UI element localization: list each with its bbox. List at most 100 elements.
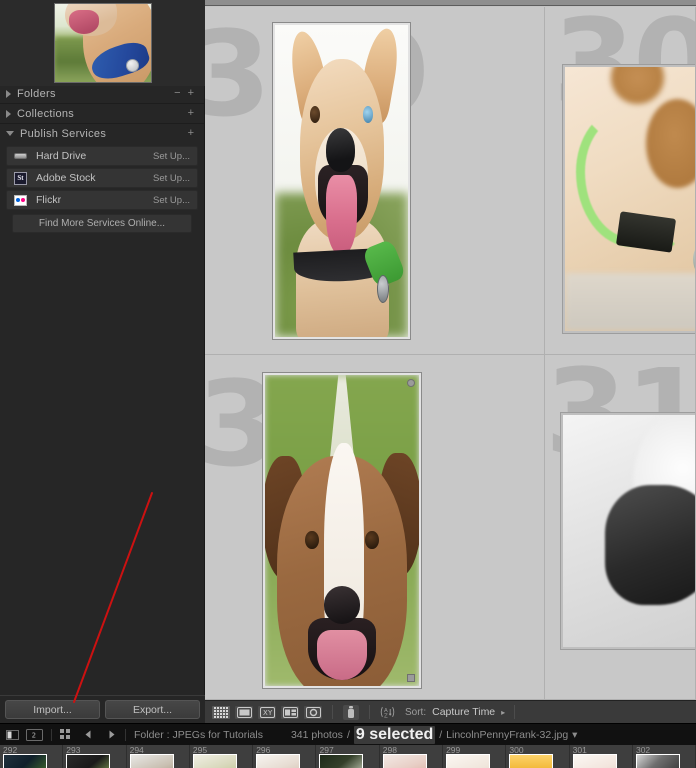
import-button[interactable]: Import... [5, 700, 100, 719]
publish-service-adobe-stock[interactable]: St Adobe Stock Set Up... [6, 168, 198, 188]
folders-add-button[interactable]: + [188, 88, 194, 99]
filmstrip-image[interactable] [446, 754, 491, 768]
photo-shiba-inu [275, 25, 408, 337]
sort-value[interactable]: Capture Time [432, 706, 495, 718]
filmstrip[interactable]: 292 293 294 295 296 297 298 299 300 301 … [0, 745, 696, 768]
find-more-services-button[interactable]: Find More Services Online... [12, 214, 192, 233]
filmstrip-image[interactable] [129, 754, 174, 768]
collections-section-title: Collections [17, 107, 75, 120]
filmstrip-index: 298 [382, 745, 397, 755]
filmstrip-index: 299 [446, 745, 461, 755]
arrow-left-icon [85, 730, 91, 739]
publish-service-name: Hard Drive [36, 150, 87, 162]
filmstrip-thumbnail[interactable]: 302 [632, 745, 696, 768]
filmstrip-thumbnail[interactable]: 292 [0, 745, 64, 768]
second-window-button[interactable]: 2 [26, 728, 43, 741]
status-divider [125, 728, 126, 741]
chevron-right-icon[interactable] [6, 109, 11, 118]
filmstrip-index: 297 [319, 745, 334, 755]
painter-tool-button[interactable] [342, 703, 360, 721]
filmstrip-index: 294 [129, 745, 144, 755]
source-label: Folder : JPEGs for Tutorials [134, 728, 263, 741]
filmstrip-thumbnail[interactable]: 297 [316, 745, 380, 768]
publish-services-list: Hard Drive Set Up... St Adobe Stock Set … [6, 146, 198, 233]
publish-services-add-button[interactable]: + [188, 128, 194, 139]
filmstrip-thumbnail[interactable]: 300 [506, 745, 570, 768]
sort-control[interactable]: A Z Sort: Capture Time ▸ [379, 706, 505, 718]
status-separator: / [439, 728, 443, 741]
crop-badge[interactable] [407, 674, 415, 682]
filmstrip-image[interactable] [3, 754, 47, 768]
grid-icon [214, 706, 228, 718]
grid-cell[interactable]: 306 [545, 7, 696, 355]
publish-service-setup-link[interactable]: Set Up... [153, 195, 190, 206]
filmstrip-thumbnail[interactable]: 301 [569, 745, 633, 768]
survey-view-button[interactable] [280, 704, 300, 720]
compare-view-button[interactable]: X Y [257, 704, 277, 720]
forward-button[interactable] [106, 729, 117, 740]
publish-service-flickr[interactable]: Flickr Set Up... [6, 190, 198, 210]
publish-service-hard-drive[interactable]: Hard Drive Set Up... [6, 146, 198, 166]
export-button[interactable]: Export... [105, 700, 200, 719]
chevron-right-icon[interactable] [6, 89, 11, 98]
sort-label: Sort: [405, 706, 427, 718]
status-bar: 2 Folder : JPEGs for Tutorials 341 photo… [0, 723, 696, 745]
grid-squares-button[interactable] [60, 729, 71, 740]
folders-section-header[interactable]: Folders − + [0, 84, 204, 103]
filmstrip-image[interactable] [509, 754, 554, 768]
filmstrip-thumbnail[interactable]: 293 [63, 745, 127, 768]
publish-services-section-header[interactable]: Publish Services + [0, 124, 204, 143]
publish-service-name: Adobe Stock [36, 172, 96, 184]
spray-can-icon [348, 705, 354, 718]
thumbnail-image[interactable] [561, 413, 695, 649]
filmstrip-thumbnail[interactable]: 296 [253, 745, 317, 768]
collections-section-header[interactable]: Collections + [0, 104, 204, 123]
filmstrip-image[interactable] [319, 754, 364, 768]
grid-view-button[interactable] [211, 704, 231, 720]
collections-add-button[interactable]: + [188, 108, 194, 119]
filmstrip-image[interactable] [635, 754, 680, 768]
photo-brown-white-dog [265, 375, 419, 686]
thumbnail-image[interactable] [273, 23, 410, 339]
filmstrip-image[interactable] [572, 754, 617, 768]
chevron-right-icon[interactable]: ▸ [501, 708, 505, 717]
publish-services-section: Publish Services + Hard Drive Set Up... … [0, 123, 204, 233]
filmstrip-thumbnail[interactable]: 299 [443, 745, 507, 768]
unsaved-metadata-badge[interactable] [407, 379, 415, 387]
grid-toolbar: X Y A Z Sort: Capture Time ▸ [205, 700, 696, 723]
thumbnail-image[interactable] [563, 65, 695, 333]
thumbnail-grid: 309 [205, 7, 696, 700]
filmstrip-thumbnail[interactable]: 294 [126, 745, 190, 768]
chevron-down-icon[interactable] [6, 131, 14, 136]
filmstrip-image[interactable] [192, 754, 237, 768]
photo-dog-green-collar [565, 67, 695, 331]
screen-mode-button[interactable] [6, 729, 19, 741]
filmstrip-thumbnail[interactable]: 295 [189, 745, 254, 768]
grid-cell[interactable]: 3 [205, 355, 545, 700]
people-view-button[interactable] [303, 704, 323, 720]
filmstrip-index: 296 [256, 745, 271, 755]
view-mode-group: X Y [211, 704, 323, 720]
filmstrip-image[interactable] [382, 754, 427, 768]
svg-text:Y: Y [267, 709, 273, 717]
grid-cell[interactable]: 309 [205, 7, 545, 355]
loupe-view-button[interactable] [234, 704, 254, 720]
publish-service-setup-link[interactable]: Set Up... [153, 173, 190, 184]
status-separator: / [346, 728, 350, 741]
status-divider [51, 728, 52, 741]
filmstrip-image[interactable] [66, 754, 111, 768]
folders-remove-button[interactable]: − [174, 88, 180, 99]
navigator-panel[interactable] [0, 0, 205, 86]
thumbnail-image[interactable] [263, 373, 421, 688]
current-file-name[interactable]: LincolnPennyFrank-32.jpg [446, 729, 568, 741]
adobe-stock-icon: St [13, 171, 28, 185]
publish-service-setup-link[interactable]: Set Up... [153, 151, 190, 162]
filmstrip-thumbnail[interactable]: 298 [379, 745, 444, 768]
filter-bar[interactable] [205, 0, 696, 6]
back-button[interactable] [83, 729, 94, 740]
navigator-preview[interactable] [53, 3, 152, 83]
filmstrip-index: 302 [635, 745, 651, 755]
chevron-down-icon[interactable]: ▾ [572, 729, 577, 741]
grid-cell[interactable]: 310 [545, 355, 696, 700]
filmstrip-image[interactable] [256, 754, 301, 768]
